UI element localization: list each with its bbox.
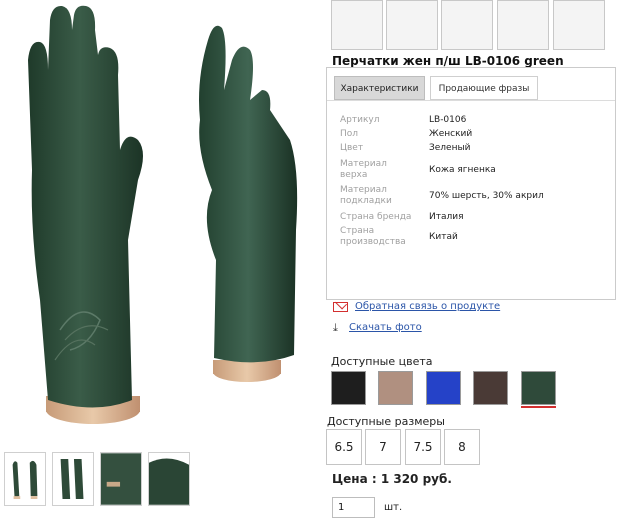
spec-label-brand-country: Страна бренда bbox=[340, 212, 412, 222]
quantity-input[interactable]: 1 bbox=[332, 497, 375, 518]
available-colors-label: Доступные цвета bbox=[331, 355, 433, 368]
download-photo-link[interactable]: Скачать фото bbox=[349, 322, 422, 333]
color-swatch-black[interactable] bbox=[331, 371, 366, 405]
quantity-unit: шт. bbox=[384, 502, 403, 513]
size-button-7[interactable]: 7 bbox=[365, 429, 401, 465]
thumbnail-1[interactable] bbox=[4, 452, 46, 506]
download-icon: ⤓ bbox=[333, 321, 338, 334]
spec-label-top-material: Материал верха bbox=[340, 159, 387, 180]
size-button-8[interactable]: 8 bbox=[444, 429, 480, 465]
thumbnail-3[interactable] bbox=[100, 452, 142, 506]
feedback-link[interactable]: Обратная связь о продукте bbox=[355, 301, 500, 312]
top-thumbnail-2[interactable] bbox=[386, 0, 438, 50]
thumbnail-4[interactable] bbox=[148, 452, 190, 506]
product-main-image[interactable] bbox=[0, 0, 320, 440]
spec-value-top-material: Кожа ягненка bbox=[429, 165, 496, 175]
feedback-row: Обратная связь о продукте bbox=[333, 299, 500, 315]
spec-label-gender: Пол bbox=[340, 129, 359, 139]
top-thumbnail-1[interactable] bbox=[331, 0, 383, 50]
download-row: ⤓ Скачать фото bbox=[333, 320, 422, 336]
product-title: Перчатки жен п/ш LB-0106 green bbox=[332, 54, 564, 68]
spec-label-lining-material: Материал подкладки bbox=[340, 185, 392, 206]
selected-color-indicator bbox=[521, 406, 556, 408]
top-thumbnail-5[interactable] bbox=[553, 0, 605, 50]
thumbnail-strip bbox=[0, 452, 195, 508]
color-swatch-green[interactable] bbox=[521, 371, 556, 405]
spec-value-lining-material: 70% шерсть, 30% акрил bbox=[429, 191, 544, 201]
tab-divider bbox=[327, 100, 615, 101]
specs-panel: Характеристики Продающие фразы Артикул L… bbox=[326, 67, 616, 300]
mail-icon bbox=[333, 302, 348, 312]
thumbnail-2[interactable] bbox=[52, 452, 94, 506]
spec-value-brand-country: Италия bbox=[429, 212, 464, 222]
tab-selling-phrases[interactable]: Продающие фразы bbox=[430, 76, 538, 100]
size-button-6-5[interactable]: 6.5 bbox=[326, 429, 362, 465]
spec-label-production-country: Страна производства bbox=[340, 226, 406, 247]
top-thumbnail-4[interactable] bbox=[497, 0, 549, 50]
spec-value-color: Зеленый bbox=[429, 143, 471, 153]
spec-label-article: Артикул bbox=[340, 115, 380, 125]
tab-characteristics[interactable]: Характеристики bbox=[334, 76, 425, 100]
spec-value-gender: Женский bbox=[429, 129, 473, 139]
price-text: Цена : 1 320 руб. bbox=[332, 472, 452, 486]
color-swatch-brown[interactable] bbox=[473, 371, 508, 405]
top-thumbnail-3[interactable] bbox=[441, 0, 493, 50]
color-swatch-beige[interactable] bbox=[378, 371, 413, 405]
spec-label-color: Цвет bbox=[340, 143, 364, 153]
spec-value-production-country: Китай bbox=[429, 232, 458, 242]
size-button-7-5[interactable]: 7.5 bbox=[405, 429, 441, 465]
color-swatch-blue[interactable] bbox=[426, 371, 461, 405]
spec-value-article: LB-0106 bbox=[429, 115, 467, 125]
available-sizes-label: Доступные размеры bbox=[327, 415, 445, 428]
